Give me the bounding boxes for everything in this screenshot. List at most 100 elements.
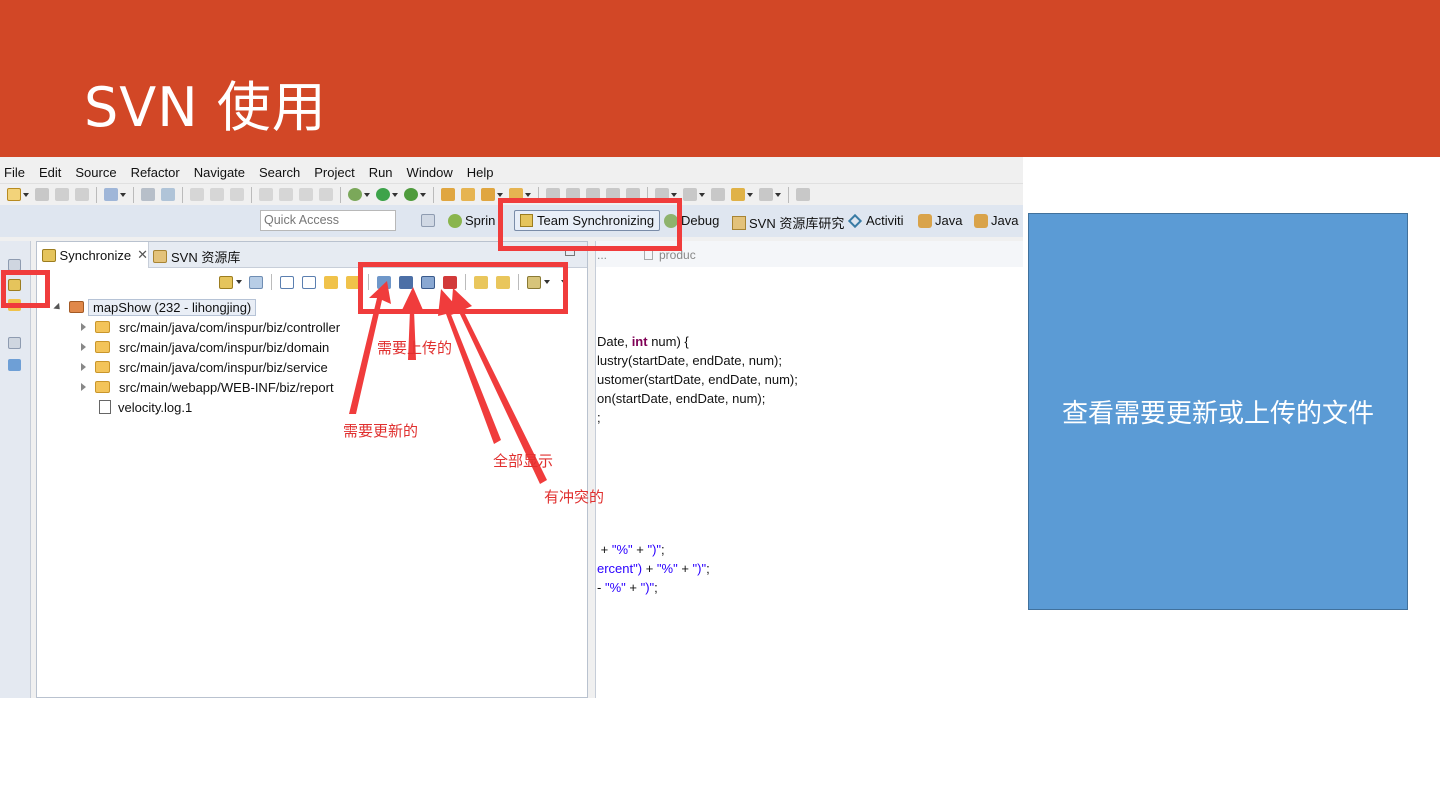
toggle-icon[interactable] bbox=[161, 188, 175, 201]
chevron-down-icon[interactable] bbox=[236, 280, 242, 284]
expand-arrow-icon[interactable] bbox=[81, 343, 86, 351]
open-type-icon[interactable] bbox=[441, 188, 455, 201]
package-folder-icon bbox=[95, 361, 110, 373]
code-string: ercent") bbox=[597, 561, 643, 576]
synchronize-icon[interactable] bbox=[219, 275, 233, 289]
debug-icon[interactable] bbox=[348, 188, 362, 201]
menu-refactor[interactable]: Refactor bbox=[131, 165, 180, 180]
undo-icon[interactable] bbox=[190, 188, 204, 201]
tree-row[interactable]: src/main/java/com/inspur/biz/domain bbox=[81, 337, 329, 357]
code-text: + bbox=[677, 561, 693, 576]
close-icon[interactable]: ✕ bbox=[137, 247, 148, 263]
code-text: ; bbox=[706, 561, 710, 576]
label-show-all: 全部显示 bbox=[493, 452, 554, 470]
package-folder-icon bbox=[95, 321, 110, 333]
perspective-java[interactable]: Java bbox=[918, 213, 962, 228]
java-icon bbox=[918, 213, 932, 228]
menu-edit[interactable]: Edit bbox=[39, 165, 61, 180]
perspective-java-label: Java bbox=[935, 213, 963, 228]
tree-row[interactable]: src/main/webapp/WEB-INF/biz/report bbox=[81, 377, 334, 397]
prev-annotation-icon[interactable] bbox=[683, 188, 697, 201]
synchronize-icon bbox=[42, 248, 56, 262]
last-edit-icon[interactable] bbox=[711, 188, 725, 201]
code-string: ")" bbox=[640, 580, 655, 595]
step-icon[interactable] bbox=[230, 188, 244, 201]
redo-icon[interactable] bbox=[210, 188, 224, 201]
chevron-down-icon[interactable] bbox=[392, 192, 398, 197]
pin-icon[interactable] bbox=[796, 188, 810, 201]
leaf-icon bbox=[448, 213, 462, 228]
code-text: + bbox=[625, 580, 641, 595]
tree-row[interactable]: src/main/java/com/inspur/biz/service bbox=[81, 357, 328, 377]
tree-row-project[interactable]: mapShow (232 - lihongjing) bbox=[53, 297, 257, 317]
perspective-spring-label: Sprin bbox=[465, 213, 496, 228]
chevron-down-icon[interactable] bbox=[747, 192, 753, 197]
toolbar-separator bbox=[271, 274, 272, 290]
menu-window[interactable]: Window bbox=[407, 165, 453, 180]
tab-svn-repository[interactable]: SVN 资源库 bbox=[153, 246, 240, 266]
chevron-down-icon[interactable] bbox=[23, 192, 29, 197]
menu-run[interactable]: Run bbox=[369, 165, 393, 180]
run-external-icon[interactable] bbox=[404, 188, 418, 201]
expand-arrow-icon[interactable] bbox=[81, 363, 86, 371]
collapse-all-icon[interactable] bbox=[302, 275, 316, 289]
open-perspective-icon[interactable] bbox=[421, 214, 435, 227]
disconnect-icon[interactable] bbox=[319, 188, 333, 201]
svn-repo-icon bbox=[732, 215, 746, 230]
toolbar-separator bbox=[133, 186, 134, 203]
toolbar-separator bbox=[96, 186, 97, 203]
perspective-svn-label: SVN 资源库研究 bbox=[749, 216, 845, 231]
chevron-down-icon[interactable] bbox=[671, 192, 677, 197]
highlight-team-sync bbox=[498, 198, 682, 251]
menu-file[interactable]: File bbox=[4, 165, 25, 180]
quick-access-input[interactable]: Quick Access bbox=[260, 210, 396, 231]
menu-search[interactable]: Search bbox=[259, 165, 300, 180]
pause-icon[interactable] bbox=[279, 188, 293, 201]
chevron-down-icon[interactable] bbox=[364, 192, 370, 197]
label-need-update: 需要更新的 bbox=[343, 422, 419, 440]
menu-navigate[interactable]: Navigate bbox=[194, 165, 245, 180]
print-icon[interactable] bbox=[75, 188, 89, 201]
back-icon[interactable] bbox=[731, 188, 745, 201]
new-icon[interactable] bbox=[7, 188, 21, 201]
chevron-down-icon[interactable] bbox=[497, 192, 503, 197]
tree-row[interactable]: velocity.log.1 bbox=[99, 397, 192, 417]
menu-source[interactable]: Source bbox=[75, 165, 116, 180]
menu-project[interactable]: Project bbox=[314, 165, 354, 180]
resume-icon[interactable] bbox=[259, 188, 273, 201]
menu-help[interactable]: Help bbox=[467, 165, 494, 180]
perspective-java-ee[interactable]: Java bbox=[974, 213, 1018, 228]
svn-repositories-icon[interactable] bbox=[8, 359, 21, 371]
tree-row[interactable]: src/main/java/com/inspur/biz/controller bbox=[81, 317, 340, 337]
save-icon[interactable] bbox=[35, 188, 49, 201]
tab-synchronize[interactable]: Synchronize ✕ bbox=[37, 242, 149, 268]
pin-icon[interactable] bbox=[249, 275, 263, 289]
expand-all-icon[interactable] bbox=[280, 275, 294, 289]
expand-arrow-icon[interactable] bbox=[81, 383, 86, 391]
left-trim-bar bbox=[0, 241, 31, 698]
slide: SVN 使用 File Edit Source Refactor Navigat… bbox=[0, 0, 1440, 810]
save-all-icon[interactable] bbox=[55, 188, 69, 201]
perspective-activiti[interactable]: Activiti bbox=[847, 213, 904, 228]
team-icon[interactable] bbox=[104, 188, 118, 201]
forward-icon[interactable] bbox=[759, 188, 773, 201]
restore-icon[interactable] bbox=[8, 337, 21, 349]
perspective-svn[interactable]: SVN 资源库研究 bbox=[732, 213, 844, 232]
chevron-down-icon[interactable] bbox=[525, 192, 531, 197]
search-icon[interactable] bbox=[481, 188, 495, 201]
code-line: - "%" + ")"; bbox=[597, 580, 658, 595]
stop-icon[interactable] bbox=[299, 188, 313, 201]
collapse-arrow-icon[interactable] bbox=[53, 302, 63, 312]
perspective-spring[interactable]: Sprin bbox=[448, 213, 495, 228]
chevron-down-icon[interactable] bbox=[699, 192, 705, 197]
run-icon[interactable] bbox=[376, 188, 390, 201]
chevron-down-icon[interactable] bbox=[120, 192, 126, 197]
expand-arrow-icon[interactable] bbox=[81, 323, 86, 331]
code-editor[interactable]: ... produc Date, int num) { lustry(start… bbox=[595, 241, 1023, 698]
open-task-icon[interactable] bbox=[461, 188, 475, 201]
arrow-down-icon[interactable] bbox=[324, 275, 338, 289]
code-text: num) { bbox=[647, 334, 689, 349]
chevron-down-icon[interactable] bbox=[775, 192, 781, 197]
format-icon[interactable] bbox=[141, 188, 155, 201]
chevron-down-icon[interactable] bbox=[420, 192, 426, 197]
